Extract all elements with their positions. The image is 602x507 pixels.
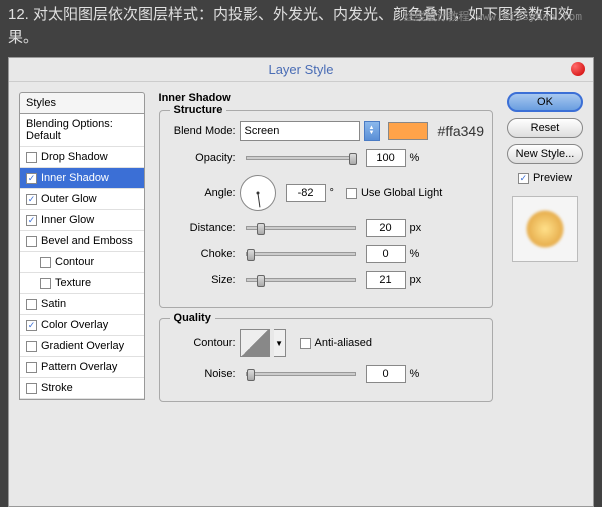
preview-label: Preview — [533, 172, 572, 184]
style-label: Pattern Overlay — [41, 361, 117, 373]
size-slider[interactable] — [246, 278, 356, 282]
structure-legend: Structure — [170, 104, 227, 116]
style-label: Satin — [41, 298, 66, 310]
angle-unit: ° — [330, 187, 334, 199]
inner-shadow-title: Inner Shadow — [159, 92, 493, 104]
size-unit: px — [410, 274, 422, 286]
structure-fieldset: Structure Blend Mode: Screen ▲▼ #ffa349 … — [159, 110, 493, 308]
style-checkbox[interactable] — [26, 299, 37, 310]
size-input[interactable] — [366, 271, 406, 289]
style-checkbox[interactable] — [26, 215, 37, 226]
angle-input[interactable] — [286, 184, 326, 202]
style-row[interactable]: Gradient Overlay — [20, 336, 144, 357]
style-label: Blending Options: Default — [26, 118, 138, 142]
preview-sun-icon — [525, 209, 565, 249]
quality-fieldset: Quality Contour: ▼ Anti-aliased Noise: % — [159, 318, 493, 402]
style-checkbox[interactable] — [26, 194, 37, 205]
buttons-panel: OK Reset New Style... Preview — [507, 92, 583, 490]
blend-color-swatch[interactable] — [388, 122, 428, 140]
ok-button[interactable]: OK — [507, 92, 583, 112]
color-hex-label: #ffa349 — [438, 123, 484, 139]
style-label: Texture — [55, 277, 91, 289]
styles-header[interactable]: Styles — [19, 92, 145, 114]
noise-slider[interactable] — [246, 372, 356, 376]
style-checkbox[interactable] — [26, 383, 37, 394]
noise-input[interactable] — [366, 365, 406, 383]
style-row[interactable]: Contour — [20, 252, 144, 273]
choke-unit: % — [410, 248, 420, 260]
style-checkbox[interactable] — [26, 236, 37, 247]
anti-aliased-checkbox[interactable] — [300, 338, 311, 349]
style-label: Outer Glow — [41, 193, 97, 205]
style-label: Bevel and Emboss — [41, 235, 133, 247]
style-row[interactable]: Drop Shadow — [20, 147, 144, 168]
style-row[interactable]: Inner Glow — [20, 210, 144, 231]
opacity-label: Opacity: — [168, 152, 236, 164]
size-label: Size: — [168, 274, 236, 286]
angle-label: Angle: — [168, 187, 236, 199]
blend-mode-arrows-icon[interactable]: ▲▼ — [364, 121, 380, 141]
dialog-title: Layer Style — [9, 58, 593, 82]
distance-slider[interactable] — [246, 226, 356, 230]
opacity-slider[interactable] — [246, 156, 356, 160]
use-global-label: Use Global Light — [361, 187, 442, 199]
style-row[interactable]: Satin — [20, 294, 144, 315]
style-label: Stroke — [41, 382, 73, 394]
distance-label: Distance: — [168, 222, 236, 234]
style-label: Color Overlay — [41, 319, 108, 331]
reset-button[interactable]: Reset — [507, 118, 583, 138]
style-row[interactable]: Outer Glow — [20, 189, 144, 210]
settings-panel: Inner Shadow Structure Blend Mode: Scree… — [155, 92, 497, 490]
style-row[interactable]: Texture — [20, 273, 144, 294]
choke-input[interactable] — [366, 245, 406, 263]
contour-label: Contour: — [168, 337, 236, 349]
style-checkbox[interactable] — [26, 152, 37, 163]
style-row[interactable]: Stroke — [20, 378, 144, 399]
noise-unit: % — [410, 368, 420, 380]
style-row[interactable]: Pattern Overlay — [20, 357, 144, 378]
choke-label: Choke: — [168, 248, 236, 260]
styles-panel: Styles Blending Options: Default Drop Sha… — [19, 92, 145, 490]
blend-mode-label: Blend Mode: — [168, 125, 236, 137]
contour-picker[interactable] — [240, 329, 270, 357]
style-checkbox[interactable] — [26, 362, 37, 373]
style-checkbox[interactable] — [40, 257, 51, 268]
noise-label: Noise: — [168, 368, 236, 380]
new-style-button[interactable]: New Style... — [507, 144, 583, 164]
choke-slider[interactable] — [246, 252, 356, 256]
styles-list: Blending Options: Default Drop Shadow Inne… — [19, 114, 145, 400]
style-row[interactable]: Bevel and Emboss — [20, 231, 144, 252]
watermark: 丝缕设计教程 www.missyuan.com — [403, 8, 582, 24]
opacity-unit: % — [410, 152, 420, 164]
quality-legend: Quality — [170, 312, 215, 324]
angle-dial[interactable] — [240, 175, 276, 211]
style-checkbox[interactable] — [26, 173, 37, 184]
style-label: Inner Shadow — [41, 172, 109, 184]
blend-mode-select[interactable]: Screen — [240, 121, 360, 141]
style-row[interactable]: Blending Options: Default — [20, 114, 144, 147]
distance-unit: px — [410, 222, 422, 234]
style-checkbox[interactable] — [26, 320, 37, 331]
distance-input[interactable] — [366, 219, 406, 237]
preview-checkbox[interactable] — [518, 173, 529, 184]
style-label: Drop Shadow — [41, 151, 108, 163]
opacity-input[interactable] — [366, 149, 406, 167]
style-row[interactable]: Inner Shadow — [20, 168, 144, 189]
use-global-checkbox[interactable] — [346, 188, 357, 199]
layer-style-dialog: Layer Style Styles Blending Options: Def… — [8, 57, 594, 507]
style-checkbox[interactable] — [26, 341, 37, 352]
style-checkbox[interactable] — [40, 278, 51, 289]
style-row[interactable]: Color Overlay — [20, 315, 144, 336]
style-label: Contour — [55, 256, 94, 268]
close-button[interactable] — [571, 62, 585, 76]
anti-aliased-label: Anti-aliased — [315, 337, 372, 349]
preview-thumbnail — [512, 196, 578, 262]
style-label: Gradient Overlay — [41, 340, 124, 352]
contour-dropdown-icon[interactable]: ▼ — [274, 329, 286, 357]
style-label: Inner Glow — [41, 214, 94, 226]
